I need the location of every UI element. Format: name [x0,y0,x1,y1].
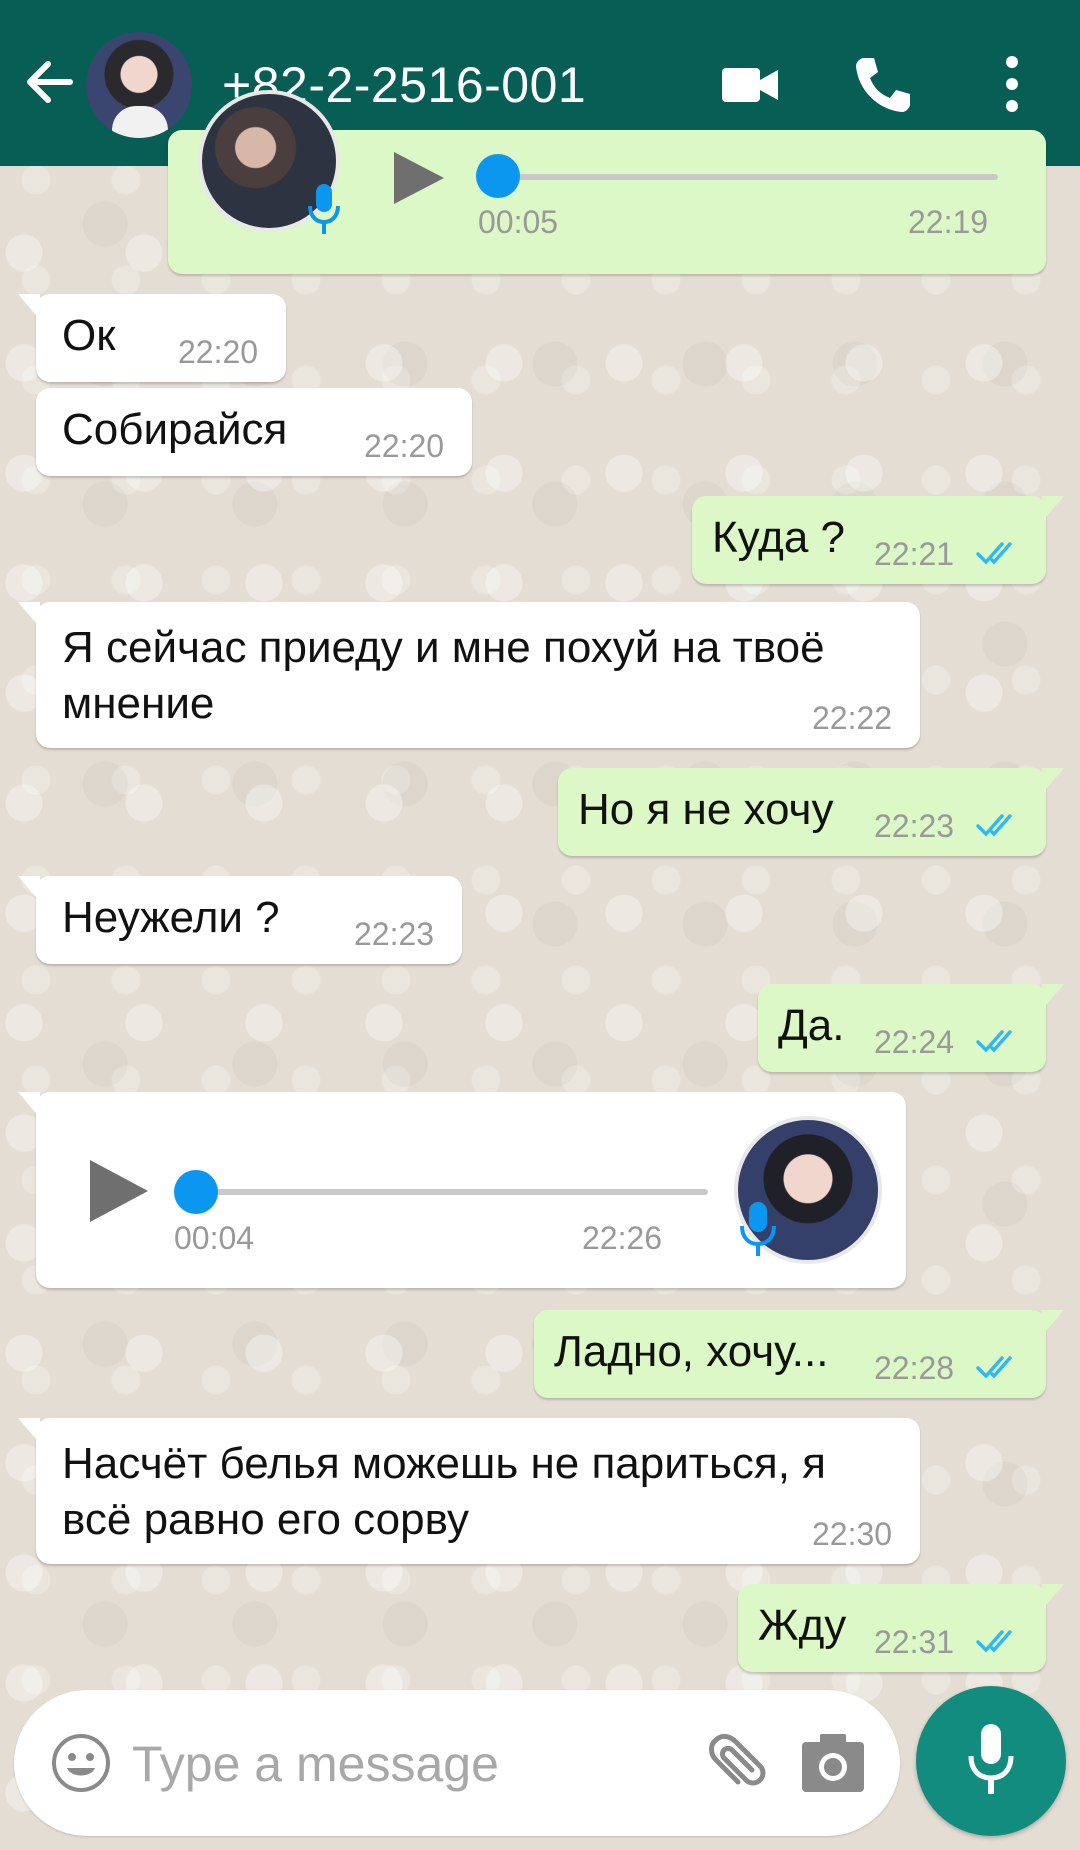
message-outgoing[interactable]: Да. 22:24 [758,984,1064,1072]
message-text: Ок [62,311,116,360]
message-time: 22:24 [874,1024,955,1060]
message-outgoing[interactable]: Ладно, хочу... 22:28 [534,1310,1064,1398]
message-time: 22:20 [178,334,259,370]
message-incoming[interactable]: Неужели ? 22:23 [18,876,462,964]
message-text: Ладно, хочу... [554,1327,829,1376]
read-ticks-icon [976,1626,1022,1656]
contact-avatar[interactable] [86,32,192,138]
play-icon[interactable] [388,148,448,213]
video-call-icon[interactable] [718,52,782,116]
mic-icon [736,1200,780,1265]
mic-icon [304,182,344,243]
emoji-icon[interactable] [50,1732,112,1799]
message-time: 22:30 [812,1516,893,1552]
message-incoming[interactable]: Собирайся 22:20 [36,388,472,476]
message-text: Жду [758,1601,847,1650]
message-input[interactable] [132,1724,692,1804]
read-ticks-icon [976,1352,1022,1382]
phone-icon[interactable] [850,52,914,116]
attach-icon[interactable] [698,1730,768,1805]
message-time: 22:26 [582,1220,663,1256]
message-text: Но я не хочу [578,785,834,834]
voice-progress-knob[interactable] [476,154,520,198]
message-time: 22:21 [874,536,955,572]
read-ticks-icon [976,810,1022,840]
voice-duration: 00:04 [174,1220,255,1256]
message-incoming[interactable]: Ок 22:20 [18,294,286,382]
message-incoming[interactable]: Насчёт белья можешь не париться, я всё р… [18,1418,920,1564]
message-incoming[interactable]: Я сейчас приеду и мне похуй на твоё мнен… [18,602,920,748]
message-time: 22:23 [874,808,955,844]
message-time: 22:31 [874,1624,955,1660]
message-outgoing[interactable]: Жду 22:31 [738,1584,1064,1672]
voice-duration: 00:05 [478,204,559,240]
message-text: Неужели ? [62,893,280,942]
message-time: 22:19 [908,204,989,240]
message-outgoing[interactable]: Но я не хочу 22:23 [558,768,1064,856]
back-arrow-icon[interactable] [20,52,80,112]
mic-icon [967,1722,1015,1805]
message-text: Насчёт белья можешь не париться, я всё р… [62,1439,826,1544]
message-outgoing[interactable]: Куда ? 22:21 [692,496,1064,584]
message-text: Куда ? [712,513,846,562]
message-time: 22:23 [354,916,435,952]
message-text: Да. [778,1001,845,1050]
voice-progress-knob[interactable] [174,1170,218,1214]
message-text: Собирайся [62,405,288,454]
voice-progress-track[interactable] [498,174,998,180]
voice-message-outgoing[interactable]: 00:05 22:19 [168,90,1046,274]
voice-message-incoming[interactable]: 00:04 22:26 [18,1092,906,1288]
message-composer [14,1690,900,1836]
message-time: 22:22 [812,700,893,736]
play-icon[interactable] [84,1156,154,1231]
camera-icon[interactable] [800,1732,866,1799]
more-vert-icon[interactable] [982,52,1042,116]
read-ticks-icon [976,538,1022,568]
read-ticks-icon [976,1026,1022,1056]
message-text: Я сейчас приеду и мне похуй на твоё мнен… [62,623,825,728]
voice-progress-track[interactable] [196,1189,708,1195]
voice-record-button[interactable] [916,1686,1066,1836]
message-time: 22:20 [364,428,445,464]
message-time: 22:28 [874,1350,955,1386]
